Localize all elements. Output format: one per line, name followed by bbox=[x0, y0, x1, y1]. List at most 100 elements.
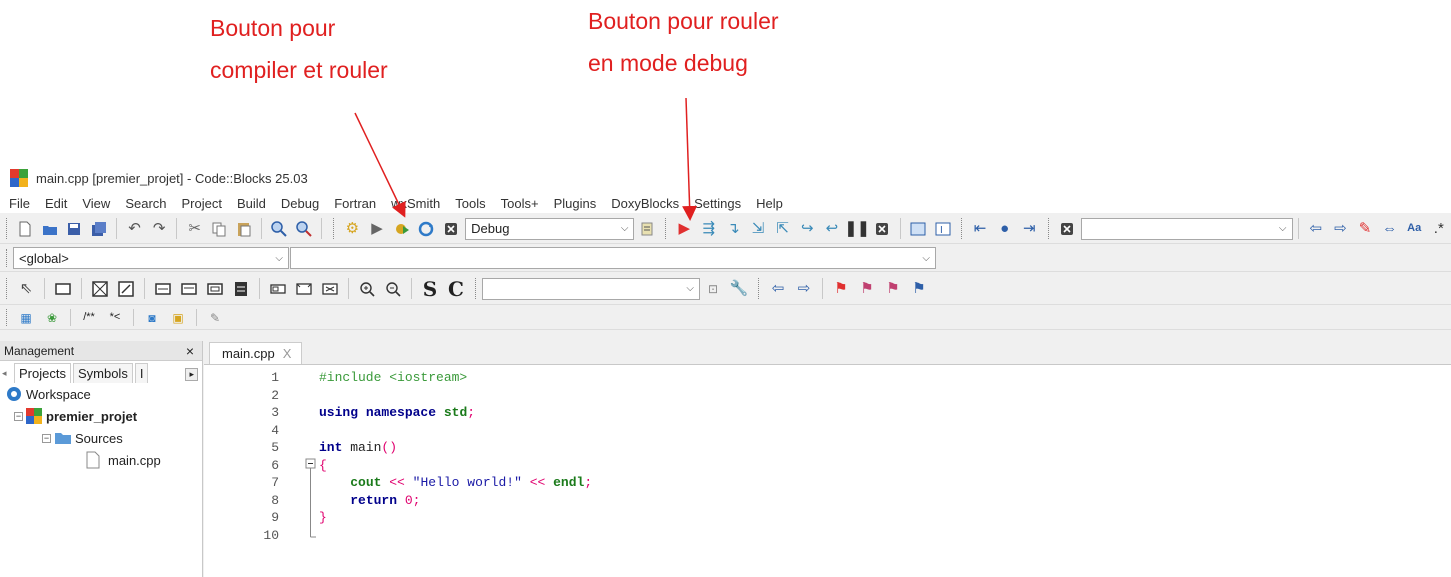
menu-plugins[interactable]: Plugins bbox=[554, 196, 597, 211]
menu-help[interactable]: Help bbox=[756, 196, 783, 211]
pause-icon[interactable]: ❚❚ bbox=[845, 218, 870, 240]
toolbar-grip[interactable] bbox=[6, 277, 10, 300]
close-icon[interactable]: × bbox=[186, 343, 194, 359]
save-all-icon[interactable] bbox=[89, 218, 110, 240]
toolbar-grip[interactable] bbox=[758, 277, 762, 300]
run-icon[interactable]: ▶ bbox=[367, 218, 388, 240]
rectangle-icon[interactable] bbox=[52, 278, 74, 300]
chevron-right-icon[interactable]: ▸ bbox=[185, 368, 198, 381]
zoom-in-icon[interactable] bbox=[356, 278, 378, 300]
button-widget-icon[interactable] bbox=[267, 278, 289, 300]
select-icon[interactable]: ⊡ bbox=[702, 278, 724, 300]
nav-back-icon[interactable]: ⇦ bbox=[767, 278, 789, 300]
preferences-icon[interactable]: ✎ bbox=[204, 307, 226, 329]
toolbar-grip[interactable] bbox=[1047, 218, 1052, 239]
menu-search[interactable]: Search bbox=[125, 196, 166, 211]
frame-icon[interactable] bbox=[89, 278, 111, 300]
clear-icon[interactable] bbox=[1056, 218, 1077, 240]
next-bookmark-icon[interactable]: ⇥ bbox=[1019, 218, 1040, 240]
tree-item-sources[interactable]: − Sources bbox=[0, 427, 202, 449]
step-into-instruction-icon[interactable]: ↩ bbox=[822, 218, 843, 240]
tab-more[interactable]: I bbox=[134, 363, 149, 383]
undo-icon[interactable]: ↶ bbox=[124, 218, 145, 240]
menu-debug[interactable]: Debug bbox=[281, 196, 319, 211]
tab-symbols[interactable]: Symbols bbox=[72, 363, 133, 383]
jump-combo[interactable]: ⌵ bbox=[1081, 217, 1293, 240]
static-box-icon[interactable] bbox=[230, 278, 252, 300]
copy-icon[interactable] bbox=[209, 218, 230, 240]
run-to-cursor-icon[interactable]: ⇶ bbox=[699, 218, 720, 240]
toolbar-grip[interactable] bbox=[6, 248, 10, 268]
tree-item-file[interactable]: main.cpp bbox=[0, 449, 202, 471]
replace-icon[interactable] bbox=[294, 218, 315, 240]
html-icon[interactable]: ◙ bbox=[141, 307, 163, 329]
cut-icon[interactable]: ✂ bbox=[184, 218, 205, 240]
text-widget-icon[interactable] bbox=[293, 278, 315, 300]
previous-bookmark-icon[interactable]: ⇤ bbox=[970, 218, 991, 240]
back-icon[interactable]: ⇦ bbox=[1305, 218, 1326, 240]
build-and-run-icon[interactable] bbox=[391, 218, 412, 240]
dialog-icon[interactable] bbox=[115, 278, 137, 300]
next-instruction-icon[interactable]: ↪ bbox=[797, 218, 818, 240]
extract-icon[interactable]: ❀ bbox=[41, 307, 63, 329]
scope-select[interactable]: <global> ⌵ bbox=[13, 247, 289, 269]
toggle-bookmark-icon[interactable]: ● bbox=[994, 218, 1015, 240]
search-combo[interactable]: ⌵ bbox=[482, 277, 700, 300]
menu-edit[interactable]: Edit bbox=[45, 196, 67, 211]
collapse-icon[interactable]: − bbox=[14, 411, 23, 421]
toolbar-grip[interactable] bbox=[960, 218, 965, 239]
flag-next-icon[interactable]: ⚑ bbox=[882, 278, 904, 300]
pointer-icon[interactable]: ⇖ bbox=[15, 278, 37, 300]
grid-sizer-icon[interactable] bbox=[204, 278, 226, 300]
toolbar-grip[interactable] bbox=[475, 277, 479, 300]
menu-wxsmith[interactable]: wxSmith bbox=[391, 196, 440, 211]
toolbar-grip[interactable] bbox=[333, 218, 337, 239]
chevron-left-icon[interactable]: ◂ bbox=[2, 368, 7, 379]
stop-debugger-icon[interactable] bbox=[872, 218, 893, 240]
s-letter-icon[interactable]: S bbox=[419, 278, 441, 300]
collapse-icon[interactable]: − bbox=[42, 433, 51, 443]
close-tab-icon[interactable]: X bbox=[283, 346, 292, 361]
highlight-icon[interactable]: ✎ bbox=[1355, 218, 1376, 240]
menu-tools-plus[interactable]: Tools+ bbox=[501, 196, 539, 211]
find-icon[interactable] bbox=[269, 218, 290, 240]
menu-settings[interactable]: Settings bbox=[694, 196, 741, 211]
wrench-icon[interactable]: 🔧 bbox=[728, 278, 750, 300]
block-comment-icon[interactable]: /** bbox=[78, 307, 100, 329]
menu-view[interactable]: View bbox=[82, 196, 110, 211]
build-gear-icon[interactable]: ⚙ bbox=[342, 218, 363, 240]
tree-item-workspace[interactable]: Workspace bbox=[0, 383, 202, 405]
abort-icon[interactable] bbox=[441, 218, 462, 240]
line-comment-icon[interactable]: *< bbox=[104, 307, 126, 329]
tree-item-project[interactable]: − premier_projet bbox=[0, 405, 202, 427]
selected-text-icon[interactable]: ⇔ bbox=[1379, 218, 1400, 240]
toolbar-grip[interactable] bbox=[6, 218, 10, 239]
step-out-icon[interactable]: ⇱ bbox=[772, 218, 793, 240]
flag-icon[interactable]: ⚑ bbox=[830, 278, 852, 300]
c-letter-icon[interactable]: C bbox=[445, 278, 467, 300]
show-select-target-icon[interactable] bbox=[636, 218, 657, 240]
step-into-icon[interactable]: ⇲ bbox=[748, 218, 769, 240]
symbol-select[interactable]: ⌵ bbox=[290, 247, 936, 269]
menu-build[interactable]: Build bbox=[237, 196, 266, 211]
debug-info-icon[interactable]: I bbox=[932, 218, 953, 240]
forward-icon[interactable]: ⇨ bbox=[1330, 218, 1351, 240]
flag-prev-icon[interactable]: ⚑ bbox=[856, 278, 878, 300]
match-case-icon[interactable]: Aa bbox=[1404, 218, 1425, 240]
menu-fortran[interactable]: Fortran bbox=[334, 196, 376, 211]
open-file-icon[interactable] bbox=[39, 218, 60, 240]
toolbar-grip[interactable] bbox=[6, 309, 10, 326]
menu-project[interactable]: Project bbox=[182, 196, 222, 211]
save-icon[interactable] bbox=[64, 218, 85, 240]
list-widget-icon[interactable] bbox=[319, 278, 341, 300]
build-target-select[interactable]: Debug ⌵ bbox=[465, 217, 635, 240]
regex-icon[interactable]: .* bbox=[1429, 218, 1450, 240]
zoom-out-icon[interactable] bbox=[382, 278, 404, 300]
menu-doxyblocks[interactable]: DoxyBlocks bbox=[611, 196, 679, 211]
new-file-icon[interactable] bbox=[15, 218, 36, 240]
doxywizard-icon[interactable]: ▦ bbox=[15, 307, 37, 329]
paste-icon[interactable] bbox=[234, 218, 255, 240]
debug-windows-icon[interactable] bbox=[908, 218, 929, 240]
panel-icon[interactable] bbox=[152, 278, 174, 300]
flag-clear-icon[interactable]: ⚑ bbox=[908, 278, 930, 300]
